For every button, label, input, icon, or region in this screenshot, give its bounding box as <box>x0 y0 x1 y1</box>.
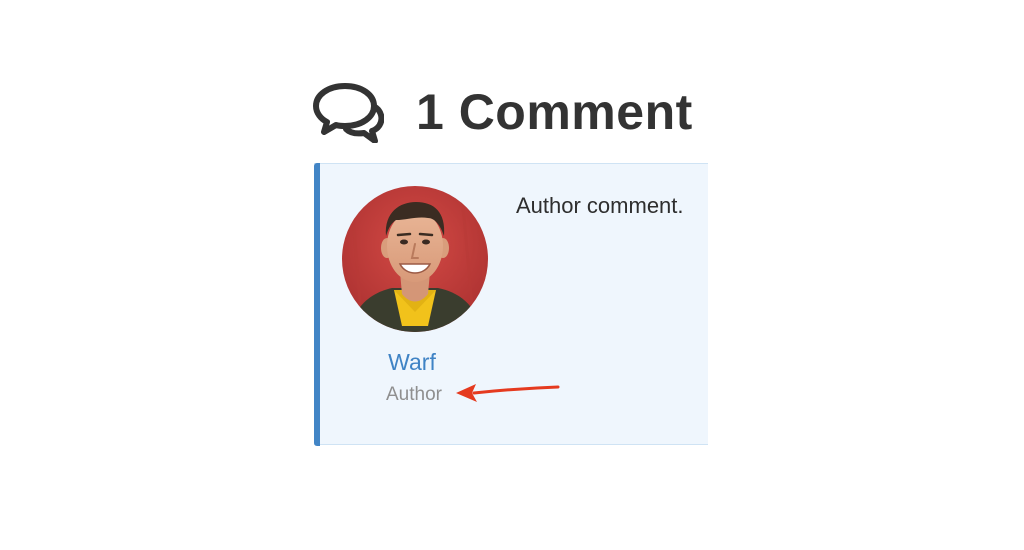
comments-title: 1 Comment <box>416 84 693 140</box>
comment-text: Author comment. <box>516 193 684 218</box>
comments-icon <box>313 83 384 143</box>
comments-header: 1 Comment <box>312 80 693 144</box>
red-arrow-icon <box>456 384 560 402</box>
author-name-link[interactable]: Warf <box>314 349 510 376</box>
avatar[interactable] <box>342 186 488 332</box>
avatar-photo <box>342 186 488 332</box>
